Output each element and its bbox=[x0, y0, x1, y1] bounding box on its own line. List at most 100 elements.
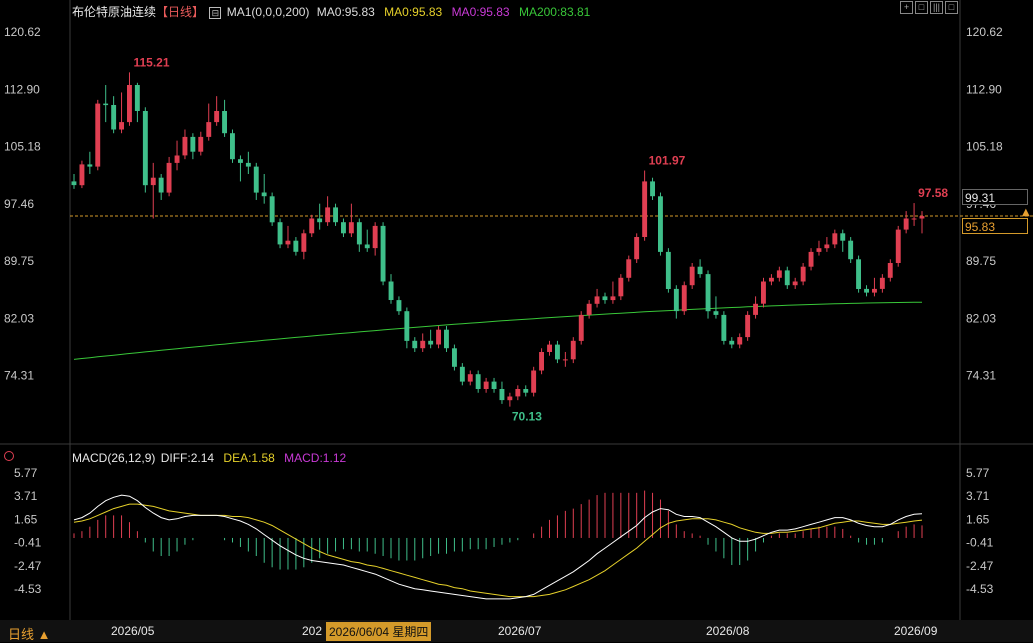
candle-body bbox=[206, 122, 212, 137]
candle-body bbox=[753, 303, 758, 315]
price-tick-right: 82.03 bbox=[966, 311, 996, 325]
high-price-label: 115.21 bbox=[133, 55, 169, 69]
candle-body bbox=[134, 85, 140, 111]
candle-body bbox=[198, 136, 204, 152]
candle-body bbox=[784, 270, 790, 286]
candle-body bbox=[626, 259, 632, 278]
candle-body bbox=[824, 244, 830, 249]
candle-body bbox=[253, 166, 259, 193]
candle-body bbox=[792, 281, 798, 286]
price-arrow-icon: ▲ bbox=[1022, 207, 1030, 218]
candle-body bbox=[776, 270, 782, 278]
macd-tick-right: 1.65 bbox=[966, 512, 990, 526]
candle-body bbox=[634, 237, 640, 260]
candle-body bbox=[737, 337, 743, 345]
symbol-name[interactable]: 布伦特原油连续 bbox=[72, 5, 156, 19]
candle-body bbox=[356, 222, 362, 245]
candle-body bbox=[547, 344, 552, 352]
price-tick-right: 89.75 bbox=[966, 254, 996, 268]
dea-line bbox=[73, 503, 923, 598]
crosshair-icon[interactable]: + bbox=[900, 1, 913, 14]
price-tick-right: 112.90 bbox=[966, 82, 1002, 96]
period-tag[interactable]: 【日线】 bbox=[156, 5, 204, 19]
candle-body bbox=[808, 251, 814, 267]
macd-header: MACD(26,12,9) DIFF:2.14 DEA:1.58 MACD:1.… bbox=[72, 451, 346, 465]
macd-menu-icon[interactable] bbox=[4, 451, 14, 461]
price-tick-left: 105.18 bbox=[4, 140, 41, 154]
candle-body bbox=[911, 218, 917, 220]
macd-tick-right: 5.77 bbox=[966, 466, 990, 480]
candle-body bbox=[475, 374, 481, 389]
candle-body bbox=[71, 181, 77, 186]
candle-body bbox=[729, 340, 735, 345]
macd-tick-right: -2.47 bbox=[966, 559, 994, 573]
bars-icon[interactable]: ||| bbox=[930, 1, 943, 14]
candle-body bbox=[555, 344, 560, 360]
window-icon[interactable]: □ bbox=[915, 1, 928, 14]
candle-body bbox=[190, 136, 196, 152]
candle-body bbox=[642, 181, 648, 237]
candle-body bbox=[269, 196, 275, 223]
candle-body bbox=[594, 296, 600, 304]
candle-body bbox=[285, 240, 291, 245]
candle-body bbox=[697, 266, 703, 275]
candle-body bbox=[618, 277, 624, 297]
price-tick-left: 89.75 bbox=[4, 254, 34, 268]
period-selector[interactable]: 日线 ▲ bbox=[8, 624, 51, 643]
candle-body bbox=[483, 381, 489, 389]
ma0-value: MA0:95.83 bbox=[316, 5, 375, 19]
macd-tick-left: -0.41 bbox=[14, 536, 42, 550]
header-row: 布伦特原油连续【日线】 ⊟ MA1(0,0,0,200) MA0:95.83 M… bbox=[72, 3, 590, 20]
candle-body bbox=[832, 233, 838, 245]
candle-body bbox=[222, 111, 227, 134]
candle-body bbox=[452, 348, 457, 367]
macd-tick-right: 3.71 bbox=[966, 489, 990, 503]
candle-body bbox=[864, 288, 869, 293]
candle-body bbox=[459, 366, 465, 382]
candle-body bbox=[689, 266, 695, 286]
candle-body bbox=[103, 103, 109, 106]
period-label: 日线 bbox=[8, 627, 35, 642]
candle-body bbox=[333, 207, 338, 223]
candle-body bbox=[879, 277, 885, 289]
candle-body bbox=[673, 288, 679, 312]
price-tick-left: 120.62 bbox=[4, 25, 41, 39]
candle-body bbox=[111, 105, 117, 130]
date-label: 202 bbox=[302, 624, 323, 638]
chart-canvas[interactable]: 120.62 120.62 112.90 112.90 105.18 105.18 97.4… bbox=[0, 0, 1033, 642]
candle-body bbox=[650, 181, 655, 197]
date-label: 2026/07 bbox=[498, 624, 542, 638]
candle-body bbox=[444, 329, 449, 349]
candle-body bbox=[150, 177, 156, 186]
candle-body bbox=[610, 296, 616, 301]
candle-body bbox=[166, 162, 172, 193]
candle-body bbox=[721, 314, 727, 341]
candle-body bbox=[182, 136, 188, 156]
candle-body bbox=[523, 389, 529, 393]
candle-body bbox=[230, 133, 235, 160]
macd-tick-left: -2.47 bbox=[14, 559, 42, 573]
candle-body bbox=[420, 340, 426, 349]
candle-body bbox=[348, 222, 354, 234]
candle-body bbox=[713, 311, 719, 315]
maximize-icon[interactable]: □ bbox=[945, 1, 958, 14]
candle-body bbox=[800, 266, 806, 282]
settings-icon[interactable]: ⊟ bbox=[209, 6, 222, 19]
candle-body bbox=[158, 177, 164, 193]
candle-body bbox=[127, 85, 132, 123]
candle-body bbox=[586, 303, 592, 315]
ma200-line bbox=[73, 301, 922, 360]
candle-body bbox=[245, 162, 251, 167]
candle-body bbox=[301, 233, 307, 252]
macd-params[interactable]: MACD(26,12,9) bbox=[72, 451, 155, 465]
ma200-value: MA200:83.81 bbox=[518, 5, 591, 19]
macd-tick-left: 1.65 bbox=[14, 512, 38, 526]
candle-body bbox=[919, 216, 925, 219]
price-tick-right: 74.31 bbox=[966, 369, 996, 383]
diff-line bbox=[73, 494, 923, 600]
candle-body bbox=[396, 300, 402, 312]
candle-body bbox=[436, 329, 441, 345]
candle-body bbox=[372, 225, 378, 249]
candle-body bbox=[570, 340, 576, 360]
candle-body bbox=[856, 259, 861, 289]
